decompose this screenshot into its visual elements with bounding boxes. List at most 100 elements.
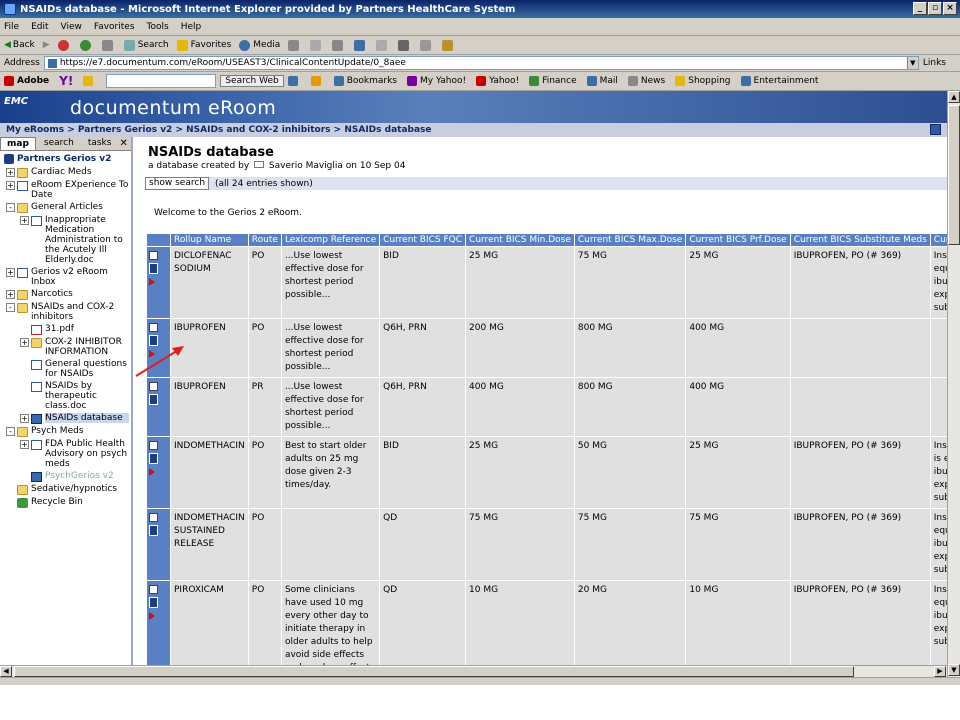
tree-item[interactable]: NSAIDs by therapeutic class.doc — [0, 380, 131, 412]
bookmarks-button[interactable]: Bookmarks — [333, 76, 397, 86]
expand-icon[interactable]: + — [20, 338, 29, 347]
copy-button[interactable] — [420, 39, 434, 51]
tree-item[interactable]: + COX-2 INHIBITOR INFORMATION — [0, 336, 131, 358]
table-row[interactable]: DICLOFENAC SODIUM PO ...Use lowest effecti… — [146, 246, 947, 319]
menu-favorites[interactable]: Favorites — [94, 22, 135, 32]
media-button[interactable]: Media — [239, 39, 280, 51]
favorites-button[interactable]: Favorites — [176, 39, 231, 51]
expand-icon[interactable]: + — [20, 440, 29, 449]
links-button[interactable]: Links — [923, 58, 946, 68]
yahoo-search-input[interactable] — [106, 74, 217, 88]
scroll-down-icon[interactable]: ▼ — [948, 664, 960, 676]
close-button[interactable]: × — [943, 2, 957, 15]
tree-item[interactable]: - NSAIDs and COX-2 inhibitors — [0, 301, 131, 323]
tree-item[interactable]: - General Articles — [0, 201, 131, 214]
yahoo-logo[interactable]: Y! — [59, 74, 73, 88]
tab-tasks[interactable]: tasks — [82, 137, 118, 150]
my-yahoo-button[interactable]: My Yahoo! — [407, 76, 466, 86]
tree-item[interactable]: Recycle Bin — [0, 496, 131, 509]
forward-button[interactable]: ▶ — [43, 40, 50, 50]
mail-icon[interactable] — [254, 161, 265, 168]
mail-button[interactable] — [310, 39, 324, 51]
table-row[interactable]: IBUPROFEN PO ...Use lowest effective dose … — [146, 318, 947, 378]
header-rollup-name[interactable]: Rollup Name — [170, 233, 249, 247]
refresh-button[interactable] — [79, 39, 94, 51]
paste-button[interactable] — [442, 39, 456, 51]
tree-item[interactable]: + Gerios v2 eRoom Inbox — [0, 266, 131, 288]
back-button[interactable]: ◀ Back — [4, 40, 35, 50]
search-button[interactable]: Search — [123, 39, 169, 51]
cut-button[interactable] — [398, 39, 412, 51]
edit-button[interactable] — [354, 39, 368, 51]
save-icon[interactable] — [930, 124, 941, 135]
tree-item[interactable]: PsychGerios v2 — [0, 470, 131, 483]
tree-item[interactable]: + FDA Public Health Advisory on psych med… — [0, 438, 131, 470]
show-search-button[interactable]: show search — [145, 177, 210, 190]
expand-arrow-icon[interactable] — [149, 277, 155, 286]
expand-arrow-icon[interactable] — [149, 467, 155, 476]
expand-icon[interactable]: + — [6, 290, 15, 299]
header-bics-max-dose[interactable]: Current BICS Max.Dose — [573, 233, 687, 247]
table-row[interactable]: INDOMETHACIN PO Best to start older adults… — [146, 436, 947, 509]
address-dropdown-icon[interactable]: ▼ — [906, 57, 918, 69]
collapse-icon[interactable]: - — [6, 303, 15, 312]
header-current-b[interactable]: Current B — [929, 233, 947, 247]
tree-item[interactable]: 31.pdf — [0, 323, 131, 336]
breadcrumb-path[interactable]: My eRooms > Partners Gerios v2 > NSAIDs … — [6, 125, 432, 135]
tree-root[interactable]: Partners Gerios v2 — [0, 151, 131, 166]
yahoo-search-button[interactable]: Search Web — [220, 75, 284, 87]
expand-icon[interactable]: + — [6, 168, 15, 177]
entertainment-button[interactable]: Entertainment — [740, 76, 818, 86]
expand-icon[interactable]: + — [20, 216, 29, 225]
row-checkbox[interactable] — [149, 513, 158, 522]
tree-item[interactable]: + Narcotics — [0, 288, 131, 301]
menu-tools[interactable]: Tools — [147, 22, 169, 32]
shopping-button[interactable]: Shopping — [675, 76, 731, 86]
history-button[interactable] — [288, 39, 302, 51]
tab-map[interactable]: map — [0, 137, 36, 150]
header-bics-prf-dose[interactable]: Current BICS Prf.Dose — [685, 233, 791, 247]
minimize-button[interactable]: _ — [913, 2, 927, 15]
scroll-up-icon[interactable]: ▲ — [948, 91, 960, 103]
close-pane-icon[interactable]: ✕ — [119, 138, 127, 149]
expand-icon[interactable]: + — [6, 181, 15, 190]
news-button[interactable]: News — [627, 76, 665, 86]
maximize-button[interactable]: ▫ — [928, 2, 942, 15]
home-button[interactable] — [101, 39, 116, 51]
header-bics-min-dose[interactable]: Current BICS Min.Dose — [465, 233, 575, 247]
vertical-scroll-thumb[interactable] — [948, 105, 960, 245]
author-name[interactable]: Saverio Maviglia — [269, 161, 343, 171]
expand-icon[interactable]: + — [6, 268, 15, 277]
horizontal-scrollbar[interactable]: ◀ ▶ — [0, 665, 947, 677]
scroll-right-icon[interactable]: ▶ — [934, 666, 946, 677]
tree-item[interactable]: + Cardiac Meds — [0, 166, 131, 179]
mail-yahoo-button[interactable]: Mail — [586, 76, 618, 86]
adobe-button[interactable]: Adobe — [4, 76, 49, 86]
table-row[interactable]: IBUPROFEN PR ...Use lowest effective dose … — [146, 377, 947, 437]
collapse-icon[interactable]: - — [6, 427, 15, 436]
tree-item[interactable]: + eRoom EXperience To Date — [0, 179, 131, 201]
expand-icon[interactable]: + — [20, 414, 29, 423]
header-route[interactable]: Route — [247, 233, 282, 247]
entry-icon[interactable] — [149, 597, 158, 608]
table-row[interactable]: INDOMETHACIN SUSTAINED RELEASE PO QD 75 MG 7… — [146, 508, 947, 581]
yahoo-tools-button[interactable] — [287, 76, 301, 86]
scroll-left-icon[interactable]: ◀ — [0, 666, 12, 677]
expand-arrow-icon[interactable] — [149, 349, 155, 358]
menu-view[interactable]: View — [61, 22, 82, 32]
tree-item[interactable]: + NSAIDs database — [0, 412, 131, 425]
menu-file[interactable]: File — [4, 22, 19, 32]
table-row[interactable]: PIROXICAM PO Some clinicians have used 10 … — [146, 580, 947, 665]
pencil-button[interactable] — [83, 76, 96, 86]
menu-help[interactable]: Help — [181, 22, 202, 32]
entry-icon[interactable] — [149, 335, 158, 346]
row-checkbox[interactable] — [149, 585, 158, 594]
header-bics-substitute-meds[interactable]: Current BICS Substitute Meds — [789, 233, 931, 247]
tree-item[interactable]: Sedative/hypnotics — [0, 483, 131, 496]
horizontal-scroll-thumb[interactable] — [14, 666, 854, 677]
stop-button[interactable] — [57, 39, 72, 51]
tree-item[interactable]: + Inappropriate Medication Administration… — [0, 214, 131, 266]
row-checkbox[interactable] — [149, 382, 158, 391]
yahoo-button[interactable]: Yahoo! — [476, 76, 519, 86]
print-button[interactable] — [332, 39, 346, 51]
